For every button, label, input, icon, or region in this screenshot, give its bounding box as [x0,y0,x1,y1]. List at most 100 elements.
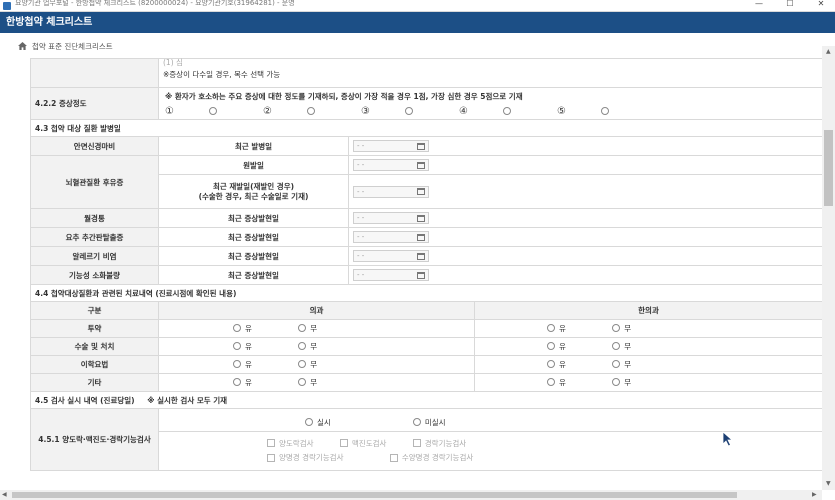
korean-no-radio[interactable] [612,342,621,351]
onset-field-label: 최근 재발일(재발인 경우) (수술한 경우, 최근 수술일로 기재) [158,174,349,209]
korean-no-option[interactable]: 무 [612,341,631,352]
onset-date-input[interactable]: - - [353,212,429,224]
window-title-bar: 요양기관 업무포털 - 한방첩약 체크리스트 (8200000024) - 요양… [0,0,835,12]
test-checkbox[interactable] [389,453,398,462]
korean-yes-option[interactable]: 유 [547,341,566,352]
western-yes-option[interactable]: 유 [233,341,252,352]
western-no-radio[interactable] [298,342,307,351]
section-4-4-header: 4.4 첩약대상질환과 관련된 치료내역 (진료시점에 확인된 내용) [30,284,822,302]
scroll-down-icon[interactable]: ▼ [826,480,831,487]
test-checkbox[interactable] [412,439,421,447]
onset-row-rhinitis: 알레르기 비염 최근 증상발현일 - - [30,246,822,266]
severity-radio-3[interactable] [405,107,413,115]
western-yes-radio[interactable] [233,360,241,369]
minimize-button[interactable]: — [744,0,774,12]
calendar-icon[interactable] [417,142,425,150]
onset-row-dysmenorrhea: 월경통 최근 증상발현일 - - [30,208,822,228]
treatment-col-western: 의과 [158,301,475,320]
onset-date-input[interactable]: - - [353,159,429,171]
treatment-label: 투약 [30,319,159,338]
scroll-up-icon[interactable]: ▲ [826,48,831,55]
test-checkbox-option[interactable]: 경락기능검사 [412,437,466,450]
western-no-option[interactable]: 무 [298,377,317,388]
korean-yes-radio[interactable] [547,360,555,369]
western-yes-radio[interactable] [233,378,241,387]
test-done-option[interactable]: 실시 [305,417,331,428]
western-yes-option[interactable]: 유 [233,359,252,370]
scroll-right-icon[interactable]: ▶ [812,491,817,498]
korean-yes-option[interactable]: 유 [547,377,566,388]
breadcrumb-label: 첩약 표준 진단체크리스트 [32,41,113,51]
vertical-scroll-thumb[interactable] [824,130,833,206]
calendar-icon[interactable] [417,161,425,169]
western-yes-option[interactable]: 유 [233,323,252,334]
page-title: 한방첩약 체크리스트 [6,17,93,28]
test-row: 4.5.1 양도락·맥진도·경락기능검사 실시 미실시 양도락검사 맥진도검사 … [30,408,822,471]
western-yes-radio[interactable] [233,342,241,351]
checklist-table: (1) 심 ※증상이 다수일 경우, 복수 선택 가능 4.2.2 증상정도 ※… [30,58,822,471]
maximize-button[interactable]: ☐ [775,0,805,12]
home-icon[interactable] [18,42,27,50]
onset-field-label: 최근 증상발현일 [158,265,349,285]
western-yes-radio[interactable] [233,324,241,333]
onset-date-input[interactable]: - - [353,185,429,198]
korean-yes-option[interactable]: 유 [547,323,566,334]
section-4-5-header: 4.5 검사 실시 내역 (진료당일) ※ 실시한 검사 모두 기재 [30,391,822,409]
onset-date-input[interactable]: - - [353,269,429,281]
test-checkbox-option[interactable]: 양도락검사 [267,437,314,450]
vertical-scrollbar[interactable] [822,46,835,490]
test-not-done-radio[interactable] [412,418,421,426]
test-checkbox[interactable] [267,453,275,462]
onset-date-input[interactable]: - - [353,231,429,243]
test-done-options: 실시 미실시 [159,414,822,432]
korean-yes-radio[interactable] [547,342,555,351]
korean-no-option[interactable]: 무 [612,377,631,388]
western-no-radio[interactable] [298,360,307,369]
korean-no-option[interactable]: 무 [612,323,631,334]
western-no-radio[interactable] [298,324,307,333]
test-checkbox[interactable] [267,439,275,447]
disease-label: 안면신경마비 [30,136,159,156]
test-checkbox-option[interactable]: 맥진도검사 [339,437,386,450]
onset-row-facial: 안면신경마비 최근 발병일 - - [30,136,822,156]
calendar-icon[interactable] [417,188,425,195]
western-no-option[interactable]: 무 [298,359,317,370]
horizontal-scroll-thumb[interactable] [12,492,737,498]
symptom-row-partial: (1) 심 ※증상이 다수일 경우, 복수 선택 가능 [30,58,822,88]
severity-radio-5[interactable] [601,107,609,115]
close-button[interactable]: ✕ [806,0,835,12]
onset-date-input[interactable]: - - [353,140,429,152]
test-done-radio[interactable] [305,418,313,426]
korean-no-radio[interactable] [612,324,621,333]
korean-no-radio[interactable] [612,360,621,369]
korean-no-option[interactable]: 무 [612,359,631,370]
onset-field-label: 최근 발병일 [158,136,349,156]
test-not-done-option[interactable]: 미실시 [412,417,446,428]
korean-yes-radio[interactable] [547,324,555,333]
western-no-radio[interactable] [298,378,307,387]
korean-yes-radio[interactable] [547,378,555,387]
onset-date-input[interactable]: - - [353,250,429,262]
severity-radio-2[interactable] [307,107,315,115]
korean-no-radio[interactable] [612,378,621,387]
calendar-icon[interactable] [417,233,425,241]
onset-row-lumbar: 요추 추간판탈출증 최근 증상발현일 - - [30,227,822,247]
western-yes-option[interactable]: 유 [233,377,252,388]
treatment-col-korean: 한의과 [474,301,822,320]
korean-yes-option[interactable]: 유 [547,359,566,370]
western-no-option[interactable]: 무 [298,341,317,352]
test-checkbox[interactable] [339,439,348,447]
test-checkbox-option[interactable]: 양명경 경락기능검사 [267,451,343,464]
severity-radio-4[interactable] [503,107,511,115]
section-4-4-title: 4.4 첩약대상질환과 관련된 치료내역 (진료시점에 확인된 내용) [30,284,822,302]
symptom-multi-note: ※증상이 다수일 경우, 복수 선택 가능 [163,70,281,79]
western-no-option[interactable]: 무 [298,323,317,334]
section-4-5-title: 4.5 검사 실시 내역 (진료당일) [35,395,135,405]
severity-num-4: ④ [459,105,468,117]
calendar-icon[interactable] [417,252,425,260]
severity-radio-1[interactable] [209,107,217,115]
calendar-icon[interactable] [417,214,425,222]
test-checkbox-option[interactable]: 수양명경 경락기능검사 [389,451,473,464]
calendar-icon[interactable] [417,271,425,279]
scroll-left-icon[interactable]: ◀ [2,491,7,498]
